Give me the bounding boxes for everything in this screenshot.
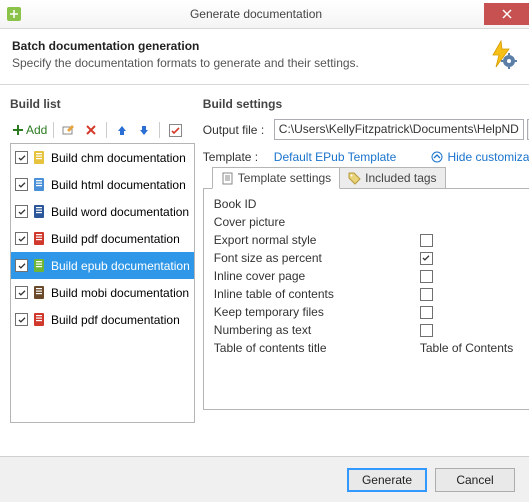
build-settings-title: Build settings — [203, 93, 529, 119]
setting-label: Inline cover page — [214, 269, 420, 283]
item-label: Build chm documentation — [51, 151, 186, 165]
lightning-gear-icon — [487, 39, 517, 69]
list-item[interactable]: Build mobi documentation — [11, 279, 194, 306]
format-icon — [32, 258, 47, 273]
close-button[interactable] — [484, 3, 529, 25]
move-up-button[interactable] — [113, 121, 131, 139]
item-label: Build mobi documentation — [51, 286, 189, 300]
item-checkbox[interactable] — [15, 178, 28, 191]
build-list[interactable]: Build chm documentation Build html docum… — [10, 143, 195, 423]
rename-icon — [62, 123, 76, 137]
setting-label: Numbering as text — [214, 323, 420, 337]
format-icon — [32, 285, 47, 300]
setting-label: Inline table of contents — [214, 287, 420, 301]
item-label: Build pdf documentation — [51, 313, 180, 327]
setting-row[interactable]: Cover picture — [214, 213, 529, 231]
setting-label: Keep temporary files — [214, 305, 420, 319]
check-all-button[interactable] — [166, 121, 184, 139]
arrow-up-icon — [116, 124, 128, 136]
footer: Generate Cancel — [0, 456, 529, 502]
setting-checkbox[interactable] — [420, 252, 433, 265]
setting-row[interactable]: Numbering as text — [214, 321, 529, 339]
setting-value: Table of Contents — [420, 341, 513, 355]
generate-button[interactable]: Generate — [347, 468, 427, 492]
item-label: Build pdf documentation — [51, 232, 180, 246]
format-icon — [32, 177, 47, 192]
header-subtitle: Specify the documentation formats to gen… — [12, 56, 487, 70]
format-icon — [32, 204, 47, 219]
item-checkbox[interactable] — [15, 286, 28, 299]
build-list-toolbar: Add — [10, 119, 195, 143]
close-icon — [502, 9, 512, 19]
list-item[interactable]: Build html documentation — [11, 171, 194, 198]
list-item[interactable]: Build word documentation — [11, 198, 194, 225]
plus-icon — [12, 124, 24, 136]
format-icon — [32, 231, 47, 246]
titlebar: Generate documentation — [0, 0, 529, 29]
check-icon — [169, 124, 182, 137]
output-label: Output file : — [203, 123, 271, 137]
template-label: Template : — [203, 150, 271, 164]
format-icon — [32, 150, 47, 165]
header: Batch documentation generation Specify t… — [0, 29, 529, 85]
template-settings-panel: Book ID Cover picture Export normal style F… — [204, 189, 529, 363]
setting-label: Table of contents title — [214, 341, 420, 355]
rename-button[interactable] — [60, 121, 78, 139]
setting-label: Font size as percent — [214, 251, 420, 265]
setting-row[interactable]: Font size as percent — [214, 249, 529, 267]
item-label: Build epub documentation — [51, 259, 190, 273]
delete-button[interactable] — [82, 121, 100, 139]
item-label: Build word documentation — [51, 205, 189, 219]
arrow-down-icon — [138, 124, 150, 136]
setting-checkbox[interactable] — [420, 324, 433, 337]
move-down-button[interactable] — [135, 121, 153, 139]
item-checkbox[interactable] — [15, 205, 28, 218]
build-list-title: Build list — [10, 93, 195, 119]
list-item[interactable]: Build epub documentation — [11, 252, 194, 279]
add-button[interactable]: Add — [12, 123, 47, 137]
tab-template-settings[interactable]: Template settings — [212, 167, 340, 189]
output-file-field[interactable]: C:\Users\KellyFitzpatrick\Documents\Help… — [274, 119, 524, 140]
setting-row[interactable]: Keep temporary files — [214, 303, 529, 321]
window-title: Generate documentation — [28, 7, 484, 21]
app-icon — [6, 6, 22, 22]
item-label: Build html documentation — [51, 178, 186, 192]
setting-row[interactable]: Book ID — [214, 195, 529, 213]
settings-tabs: Template settings Included tags Book IDC… — [203, 188, 529, 410]
doc-icon — [221, 172, 234, 185]
item-checkbox[interactable] — [15, 232, 28, 245]
item-checkbox[interactable] — [15, 259, 28, 272]
setting-label: Cover picture — [214, 215, 420, 229]
list-item[interactable]: Build chm documentation — [11, 144, 194, 171]
setting-checkbox[interactable] — [420, 306, 433, 319]
setting-checkbox[interactable] — [420, 234, 433, 247]
list-item[interactable]: Build pdf documentation — [11, 306, 194, 333]
tab-included-tags[interactable]: Included tags — [340, 167, 445, 189]
header-title: Batch documentation generation — [12, 39, 487, 53]
delete-icon — [85, 124, 97, 136]
setting-label: Export normal style — [214, 233, 420, 247]
tag-icon — [348, 172, 361, 185]
template-link[interactable]: Default EPub Template — [274, 150, 397, 164]
setting-row[interactable]: Export normal style — [214, 231, 529, 249]
setting-row[interactable]: Inline table of contents — [214, 285, 529, 303]
list-item[interactable]: Build pdf documentation — [11, 225, 194, 252]
item-checkbox[interactable] — [15, 313, 28, 326]
setting-row[interactable]: Inline cover page — [214, 267, 529, 285]
hide-customization-link[interactable]: Hide customization — [431, 150, 529, 164]
setting-row[interactable]: Table of contents titleTable of Contents — [214, 339, 529, 357]
setting-checkbox[interactable] — [420, 270, 433, 283]
setting-label: Book ID — [214, 197, 420, 211]
setting-checkbox[interactable] — [420, 288, 433, 301]
item-checkbox[interactable] — [15, 151, 28, 164]
collapse-icon — [431, 151, 443, 163]
cancel-button[interactable]: Cancel — [435, 468, 515, 492]
format-icon — [32, 312, 47, 327]
